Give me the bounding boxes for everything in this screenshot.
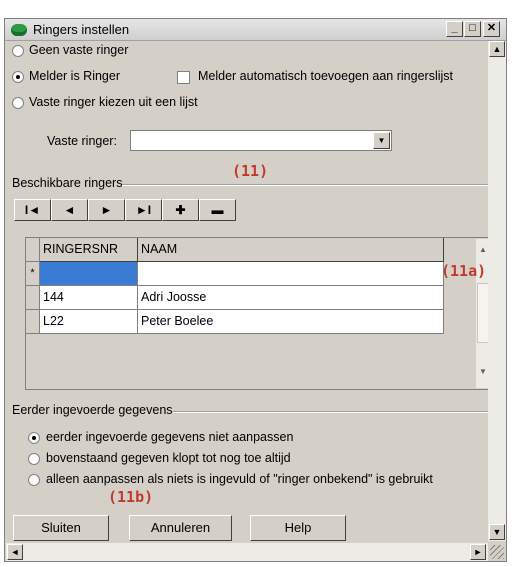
next-record-button[interactable]: ► [88, 199, 125, 221]
group-label-beschikbare-ringers: Beschikbare ringers [12, 176, 123, 190]
help-button[interactable]: Help [250, 515, 346, 541]
radio-vaste-ringer-kiezen[interactable] [12, 97, 24, 109]
checkbox-melder-automatisch[interactable] [177, 71, 190, 84]
group-line-eerder [165, 411, 499, 413]
label-alleen-aanpassen: alleen aanpassen als niets is ingevuld o… [46, 472, 433, 486]
radio-melder-is-ringer[interactable] [12, 71, 24, 83]
table-cell-naam[interactable]: Peter Boelee [138, 310, 444, 334]
table-cell-naam[interactable]: Adri Joosse [138, 286, 444, 310]
annotation-11: (11) [232, 162, 269, 180]
close-icon[interactable]: ✕ [483, 21, 500, 37]
column-header-naam[interactable]: NAAM [138, 238, 444, 262]
scroll-down-icon[interactable]: ▼ [489, 524, 505, 540]
radio-geen-vaste-ringer[interactable] [12, 45, 24, 57]
label-geen-vaste-ringer: Geen vaste ringer [29, 43, 129, 57]
ringers-dialog: Ringers instellen _ □ ✕ Geen vaste ringe… [4, 18, 507, 562]
chevron-down-icon[interactable]: ▼ [373, 132, 390, 149]
delete-record-button[interactable]: ▬ [199, 199, 236, 221]
title-bar[interactable]: Ringers instellen _ □ ✕ [5, 19, 506, 41]
label-klopt-altijd: bovenstaand gegeven klopt tot nog toe al… [46, 451, 291, 465]
group-line-beschikbaar [115, 184, 499, 186]
scroll-up-icon[interactable]: ▲ [479, 245, 487, 254]
record-navigator: I◄ ◄ ► ►I ✚ ▬ [14, 199, 314, 221]
row-selector[interactable] [26, 286, 40, 310]
label-melder-automatisch: Melder automatisch toevoegen aan ringers… [198, 69, 453, 83]
radio-alleen-aanpassen[interactable] [28, 474, 40, 486]
new-row-marker: * [26, 262, 40, 286]
group-label-eerder-ingevoerd: Eerder ingevoerde gegevens [12, 403, 173, 417]
window-vertical-scrollbar[interactable]: ▲ ▼ [488, 41, 506, 541]
label-vaste-ringer: Vaste ringer: [47, 134, 117, 148]
table-cell-ringersnr[interactable]: 144 [40, 286, 138, 310]
new-row-naam-cell[interactable] [138, 262, 444, 286]
vaste-ringer-combobox[interactable]: ▼ [130, 130, 392, 151]
window-horizontal-scrollbar[interactable]: ◄ ► [6, 543, 488, 561]
radio-klopt-altijd[interactable] [28, 453, 40, 465]
sluiten-button[interactable]: Sluiten [13, 515, 109, 541]
annotation-11a: (11a) [441, 262, 487, 280]
annotation-11b: (11b) [108, 488, 154, 506]
radio-niet-aanpassen[interactable] [28, 432, 40, 444]
row-selector[interactable] [26, 310, 40, 334]
first-record-button[interactable]: I◄ [14, 199, 51, 221]
label-vaste-ringer-kiezen: Vaste ringer kiezen uit een lijst [29, 95, 198, 109]
scroll-left-icon[interactable]: ◄ [7, 544, 23, 560]
ringers-grid: RINGERSNR NAAM * 144 Adri Joosse L22 Pet… [25, 237, 495, 390]
table-cell-ringersnr[interactable]: L22 [40, 310, 138, 334]
label-melder-is-ringer: Melder is Ringer [29, 69, 121, 83]
minimize-icon[interactable]: _ [446, 21, 463, 37]
annuleren-button[interactable]: Annuleren [129, 515, 232, 541]
prev-record-button[interactable]: ◄ [51, 199, 88, 221]
maximize-icon[interactable]: □ [464, 21, 481, 37]
grid-corner [26, 238, 40, 262]
label-niet-aanpassen: eerder ingevoerde gegevens niet aanpasse… [46, 430, 294, 444]
app-icon [11, 24, 27, 36]
scroll-right-icon[interactable]: ► [470, 544, 486, 560]
scroll-down-icon[interactable]: ▼ [479, 367, 487, 376]
window-title: Ringers instellen [33, 22, 130, 37]
scroll-up-icon[interactable]: ▲ [489, 41, 505, 57]
resize-grip[interactable] [490, 545, 504, 559]
new-row-ringersnr-cell[interactable] [40, 262, 138, 286]
add-record-button[interactable]: ✚ [162, 199, 199, 221]
last-record-button[interactable]: ►I [125, 199, 162, 221]
column-header-ringersnr[interactable]: RINGERSNR [40, 238, 138, 262]
